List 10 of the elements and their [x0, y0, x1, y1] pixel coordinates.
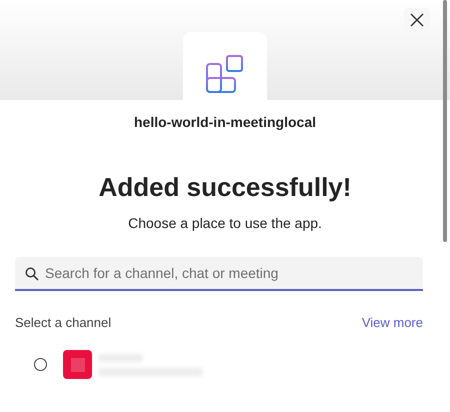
apps-icon: [205, 54, 245, 94]
success-heading: Added successfully!: [98, 172, 352, 203]
radio-button[interactable]: [34, 358, 47, 371]
view-more-link[interactable]: View more: [362, 315, 423, 330]
app-name: hello-world-in-meetinglocal: [132, 114, 317, 130]
subtitle: Choose a place to use the app.: [127, 215, 323, 231]
scrollbar[interactable]: [443, 0, 447, 242]
section-label: Select a channel: [15, 315, 112, 330]
search-field[interactable]: Search for a channel, chat or meeting: [15, 257, 423, 291]
close-icon: [410, 13, 424, 27]
